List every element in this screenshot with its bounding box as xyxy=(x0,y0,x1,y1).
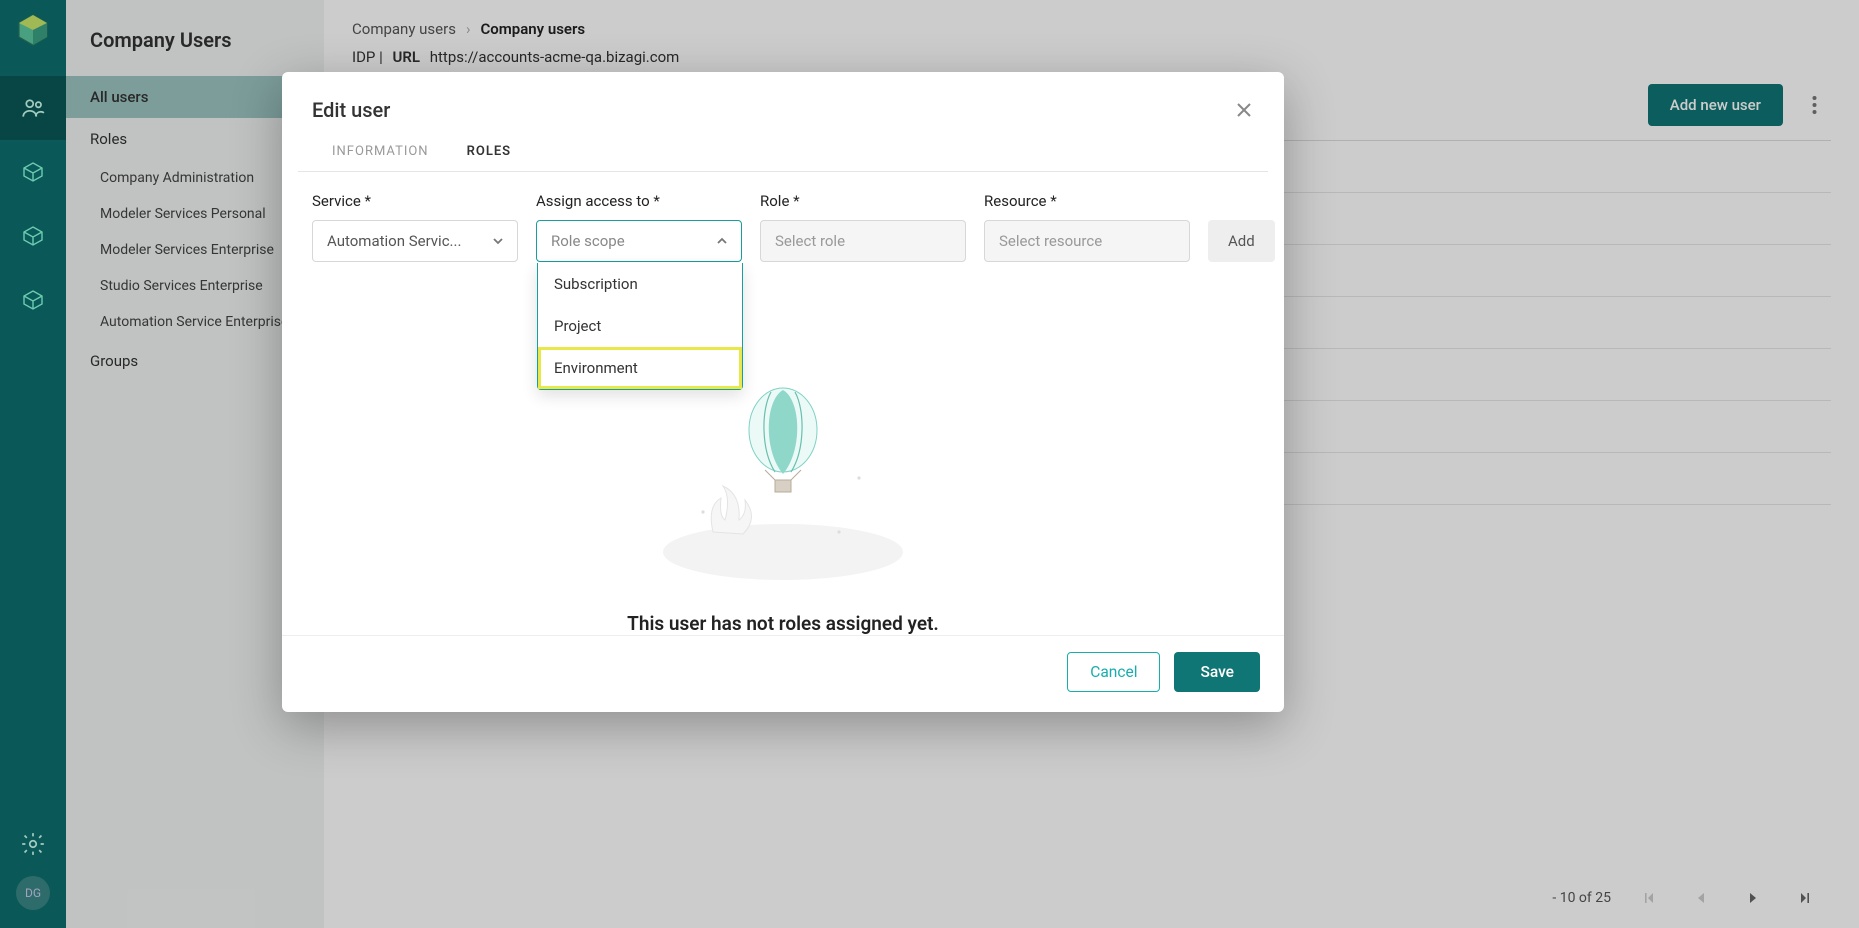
resource-label: Resource * xyxy=(984,192,1190,210)
balloon-illustration-icon xyxy=(643,382,923,582)
role-label: Role * xyxy=(760,192,966,210)
scope-option-subscription[interactable]: Subscription xyxy=(538,263,742,305)
empty-state: This user has not roles assigned yet. Yo… xyxy=(312,262,1254,635)
empty-title: This user has not roles assigned yet. xyxy=(312,612,1254,635)
scope-select-placeholder: Role scope xyxy=(551,232,625,250)
service-label: Service * xyxy=(312,192,518,210)
cancel-button[interactable]: Cancel xyxy=(1067,652,1160,692)
tab-information[interactable]: INFORMATION xyxy=(328,136,433,171)
service-select[interactable]: Automation Servic... xyxy=(312,220,518,262)
edit-user-modal: Edit user INFORMATION ROLES Service * Au… xyxy=(282,72,1284,712)
scope-dropdown-list: Subscription Project Environment xyxy=(537,263,743,390)
save-button[interactable]: Save xyxy=(1174,652,1260,692)
resource-select-placeholder: Select resource xyxy=(999,232,1102,250)
role-select[interactable]: Select role xyxy=(760,220,966,262)
resource-select[interactable]: Select resource xyxy=(984,220,1190,262)
scope-label: Assign access to * xyxy=(536,192,742,210)
tab-roles[interactable]: ROLES xyxy=(463,136,516,171)
close-icon[interactable] xyxy=(1234,100,1254,120)
add-role-button[interactable]: Add xyxy=(1208,220,1275,262)
service-select-value: Automation Servic... xyxy=(327,232,461,250)
role-select-placeholder: Select role xyxy=(775,232,845,250)
scope-option-environment[interactable]: Environment xyxy=(538,347,742,389)
scope-select[interactable]: Role scope Subscription Project Environm… xyxy=(536,220,742,262)
chevron-up-icon xyxy=(715,234,729,248)
scope-option-project[interactable]: Project xyxy=(538,305,742,347)
chevron-down-icon xyxy=(491,234,505,248)
modal-title: Edit user xyxy=(312,98,390,122)
